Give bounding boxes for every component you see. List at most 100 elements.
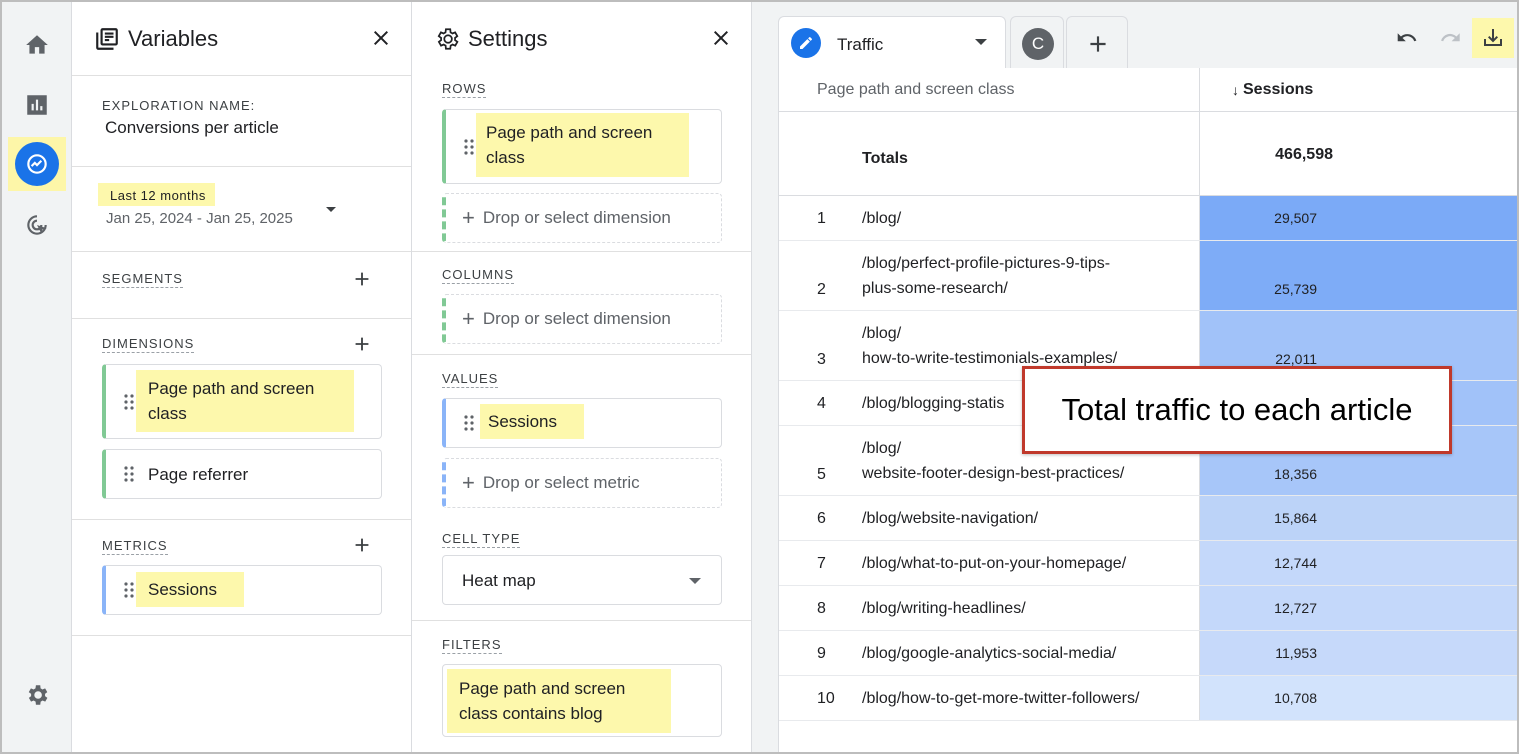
undo-icon — [1397, 33, 1417, 42]
tab-bar: Traffic C — [752, 2, 1517, 68]
metric-chip-label: Sessions — [136, 572, 244, 607]
dimension-column-header[interactable]: Page path and screen class — [779, 68, 1199, 112]
columns-drop-text: + Drop or select dimension — [462, 306, 671, 332]
nav-settings[interactable] — [8, 668, 66, 722]
rows-chip-page-path[interactable]: Page path and screen class — [442, 109, 722, 184]
row-path: /blog/what-to-put-on-your-homepage/ — [862, 555, 1127, 572]
drag-handle-icon[interactable] — [464, 415, 474, 431]
dimension-chip-label: Page referrer — [148, 465, 249, 484]
left-nav — [2, 2, 72, 752]
row-path-line: /blog/ — [862, 440, 902, 457]
nav-explore[interactable] — [8, 137, 66, 191]
rows-drop-zone[interactable]: + Drop or select dimension — [442, 193, 722, 243]
add-metric-icon[interactable] — [351, 534, 373, 556]
undo-button[interactable] — [1386, 18, 1428, 58]
exploration-name-field[interactable]: Conversions per article — [105, 118, 279, 138]
values-drop-zone[interactable]: + Drop or select metric — [442, 458, 722, 508]
sessions-column-header[interactable]: ↓ Sessions — [1199, 68, 1517, 112]
segments-section: SEGMENTS — [72, 252, 411, 319]
dimension-chip-page-path[interactable]: Page path and screen class — [102, 364, 382, 439]
table-row[interactable]: 9 /blog/google-analytics-social-media/ 1… — [779, 631, 1517, 676]
nav-home[interactable] — [8, 18, 66, 72]
date-preset-label: Last 12 months — [98, 183, 215, 206]
tab-c[interactable]: C — [1010, 16, 1064, 68]
close-settings-icon[interactable] — [709, 26, 733, 50]
plus-icon: + — [462, 306, 475, 331]
filters-label: FILTERS — [442, 637, 502, 654]
row-value: 10,708 — [1274, 690, 1317, 706]
rows-section: ROWS Page path and screen class + Drop or… — [412, 76, 751, 252]
annotation-callout: Total traffic to each article — [1022, 366, 1452, 454]
heat-cell: 29,507 — [1199, 196, 1517, 240]
app-window: Variables EXPLORATION NAME: Conversions … — [0, 0, 1519, 754]
add-tab-button[interactable] — [1066, 16, 1128, 68]
rows-drop-text: + Drop or select dimension — [462, 205, 671, 231]
totals-row: Totals 466,598 — [779, 112, 1517, 196]
filter-chip[interactable]: Page path and screen class contains blog — [442, 664, 722, 737]
table-row[interactable]: 10 /blog/how-to-get-more-twitter-followe… — [779, 676, 1517, 721]
add-dimension-icon[interactable] — [351, 333, 373, 355]
tab-c-badge: C — [1022, 28, 1054, 60]
columns-label: COLUMNS — [442, 267, 515, 284]
row-value: 25,739 — [1274, 281, 1317, 297]
row-value: 18,356 — [1274, 466, 1317, 482]
values-section: VALUES Sessions + Drop or select metric C… — [412, 355, 751, 621]
row-path-line: plus-some-research/ — [862, 280, 1008, 297]
table-row[interactable]: 1 /blog/ 29,507 — [779, 196, 1517, 241]
tab-dropdown-caret-icon[interactable] — [975, 39, 987, 45]
filters-section: FILTERS Page path and screen class conta… — [412, 621, 751, 752]
row-value: 15,864 — [1274, 510, 1317, 526]
metric-chip-sessions[interactable]: Sessions — [102, 565, 382, 615]
cell-type-select[interactable]: Heat map — [442, 555, 722, 605]
row-number: 3 — [817, 351, 826, 368]
table-row[interactable]: 2 /blog/perfect-profile-pictures-9-tips-… — [779, 241, 1517, 311]
row-path: /blog/perfect-profile-pictures-9-tips-pl… — [862, 251, 1110, 301]
download-button[interactable] — [1472, 18, 1514, 58]
row-number: 10 — [817, 690, 835, 707]
variables-panel: Variables EXPLORATION NAME: Conversions … — [72, 2, 412, 752]
columns-drop-label: Drop or select dimension — [482, 309, 671, 328]
row-number: 1 — [817, 210, 826, 227]
close-variables-icon[interactable] — [369, 26, 393, 50]
redo-button[interactable] — [1430, 18, 1472, 58]
date-dropdown-caret-icon[interactable] — [326, 207, 336, 212]
pencil-icon[interactable] — [791, 28, 821, 58]
drag-handle-icon[interactable] — [464, 138, 474, 155]
table-row[interactable]: 6 /blog/website-navigation/ 15,864 — [779, 496, 1517, 541]
redo-icon — [1441, 33, 1460, 42]
drag-handle-icon[interactable] — [124, 582, 134, 598]
columns-section: COLUMNS + Drop or select dimension — [412, 252, 751, 355]
row-number: 6 — [817, 510, 826, 527]
totals-value: 466,598 — [1275, 146, 1333, 163]
heat-cell: 25,739 — [1199, 241, 1517, 310]
table-row[interactable]: 7 /blog/what-to-put-on-your-homepage/ 12… — [779, 541, 1517, 586]
values-drop-label: Drop or select metric — [482, 473, 640, 492]
values-label: VALUES — [442, 371, 499, 388]
gear-icon — [437, 28, 459, 50]
row-number: 8 — [817, 600, 826, 617]
sessions-header-label: Sessions — [1243, 80, 1314, 98]
table-row[interactable]: 8 /blog/writing-headlines/ 12,727 — [779, 586, 1517, 631]
date-range-section[interactable]: Last 12 months Jan 25, 2024 - Jan 25, 20… — [72, 167, 411, 252]
drag-handle-icon[interactable] — [124, 466, 134, 482]
row-value: 22,011 — [1275, 351, 1317, 367]
row-path-line: how-to-write-testimonials-examples/ — [862, 350, 1118, 367]
dimension-chip-page-referrer[interactable]: Page referrer — [102, 449, 382, 499]
dimensions-label: DIMENSIONS — [102, 336, 195, 353]
nav-advertising[interactable] — [8, 198, 66, 252]
row-path-line: website-footer-design-best-practices/ — [862, 465, 1125, 482]
rows-label: ROWS — [442, 81, 487, 98]
variables-icon — [96, 27, 118, 50]
target-cursor-icon — [27, 215, 47, 235]
values-chip-sessions[interactable]: Sessions — [442, 398, 722, 448]
metrics-label: METRICS — [102, 538, 168, 555]
tab-traffic-label: Traffic — [837, 35, 884, 54]
bar-chart-icon — [27, 95, 47, 115]
drag-handle-icon[interactable] — [124, 393, 134, 410]
columns-drop-zone[interactable]: + Drop or select dimension — [442, 294, 722, 344]
segments-label: SEGMENTS — [102, 271, 183, 288]
nav-reports[interactable] — [8, 78, 66, 132]
add-segment-icon[interactable] — [351, 268, 373, 290]
row-number: 2 — [817, 281, 826, 298]
tab-traffic[interactable]: Traffic — [778, 16, 1006, 68]
